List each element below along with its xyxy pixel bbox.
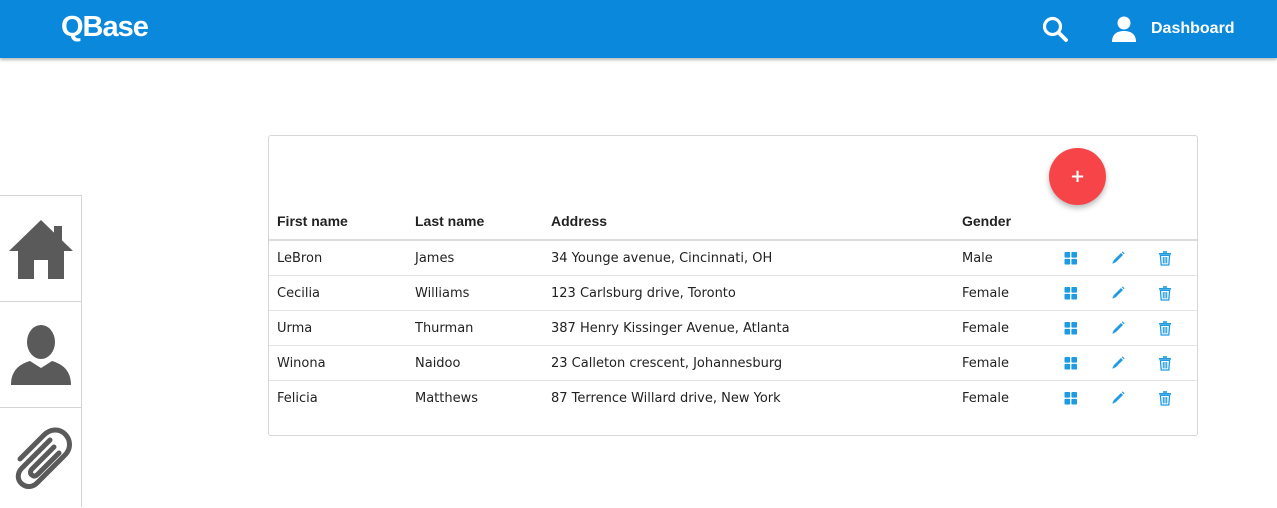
view-button[interactable] <box>1063 320 1079 336</box>
edit-button[interactable] <box>1110 320 1126 336</box>
cell-last-name: Matthews <box>415 391 479 406</box>
top-navbar: QBase Dashboard <box>0 0 1277 58</box>
dashboard-label: Dashboard <box>1151 20 1235 37</box>
cell-last-name: Williams <box>415 286 470 301</box>
cell-gender: Female <box>962 286 1010 301</box>
table-row: Urma Thurman 387 Henry Kissinger Avenue,… <box>269 311 1197 346</box>
header-first-name[interactable]: First name <box>277 213 348 229</box>
cell-gender: Female <box>962 356 1010 371</box>
cell-last-name: Thurman <box>415 321 474 336</box>
cell-address: 23 Calleton crescent, Johannesburg <box>551 356 783 371</box>
brand-logo[interactable]: QBase <box>61 10 149 44</box>
cell-first-name: Winona <box>277 356 326 371</box>
pencil-icon <box>1112 251 1125 264</box>
records-card: + First name Last name Address Gender Le… <box>268 135 1198 436</box>
trash-icon <box>1159 356 1171 371</box>
delete-button[interactable] <box>1157 355 1173 371</box>
view-button[interactable] <box>1063 285 1079 301</box>
edit-button[interactable] <box>1110 355 1126 371</box>
view-button[interactable] <box>1063 355 1079 371</box>
cell-address: 123 Carlsburg drive, Toronto <box>551 286 736 301</box>
delete-button[interactable] <box>1157 285 1173 301</box>
person-icon <box>10 324 71 385</box>
cell-address: 387 Henry Kissinger Avenue, Atlanta <box>551 321 790 336</box>
grid-icon <box>1064 322 1077 335</box>
pencil-icon <box>1112 391 1125 404</box>
grid-icon <box>1064 357 1077 370</box>
trash-icon <box>1159 321 1171 336</box>
sidebar <box>0 195 82 507</box>
search-icon <box>1042 16 1068 42</box>
table-row: LeBron James 34 Younge avenue, Cincinnat… <box>269 241 1197 276</box>
pencil-icon <box>1112 356 1125 369</box>
cell-gender: Female <box>962 391 1010 406</box>
cell-first-name: Felicia <box>277 391 318 406</box>
user-icon <box>1112 16 1136 42</box>
table-body: LeBron James 34 Younge avenue, Cincinnat… <box>269 241 1197 416</box>
edit-button[interactable] <box>1110 250 1126 266</box>
trash-icon <box>1159 286 1171 301</box>
table-row: Cecilia Williams 123 Carlsburg drive, To… <box>269 276 1197 311</box>
sidebar-item-attachments[interactable] <box>0 408 81 508</box>
view-button[interactable] <box>1063 250 1079 266</box>
table-header: First name Last name Address Gender <box>269 204 1197 241</box>
header-gender[interactable]: Gender <box>962 213 1011 229</box>
sidebar-item-profile[interactable] <box>0 302 81 408</box>
pencil-icon <box>1112 286 1125 299</box>
grid-icon <box>1064 252 1077 265</box>
search-button[interactable] <box>1041 15 1069 43</box>
trash-icon <box>1159 251 1171 266</box>
paperclip-icon <box>15 427 72 489</box>
header-last-name[interactable]: Last name <box>415 213 484 229</box>
edit-button[interactable] <box>1110 390 1126 406</box>
edit-button[interactable] <box>1110 285 1126 301</box>
delete-button[interactable] <box>1157 250 1173 266</box>
cell-address: 34 Younge avenue, Cincinnati, OH <box>551 251 773 266</box>
cell-gender: Female <box>962 321 1010 336</box>
cell-gender: Male <box>962 251 993 266</box>
table-row: Winona Naidoo 23 Calleton crescent, Joha… <box>269 346 1197 381</box>
header-address[interactable]: Address <box>551 213 607 229</box>
grid-icon <box>1064 287 1077 300</box>
cell-first-name: LeBron <box>277 251 323 266</box>
table-row: Felicia Matthews 87 Terrence Willard dri… <box>269 381 1197 416</box>
cell-first-name: Urma <box>277 321 313 336</box>
grid-icon <box>1064 392 1077 405</box>
delete-button[interactable] <box>1157 390 1173 406</box>
home-icon <box>8 219 73 279</box>
pencil-icon <box>1112 321 1125 334</box>
trash-icon <box>1159 391 1171 406</box>
cell-first-name: Cecilia <box>277 286 321 301</box>
sidebar-item-home[interactable] <box>0 196 81 302</box>
dashboard-link[interactable]: Dashboard <box>1110 14 1235 44</box>
view-button[interactable] <box>1063 390 1079 406</box>
cell-address: 87 Terrence Willard drive, New York <box>551 391 781 406</box>
delete-button[interactable] <box>1157 320 1173 336</box>
add-record-button[interactable]: + <box>1049 148 1106 205</box>
cell-last-name: James <box>415 251 455 266</box>
cell-last-name: Naidoo <box>415 356 461 371</box>
